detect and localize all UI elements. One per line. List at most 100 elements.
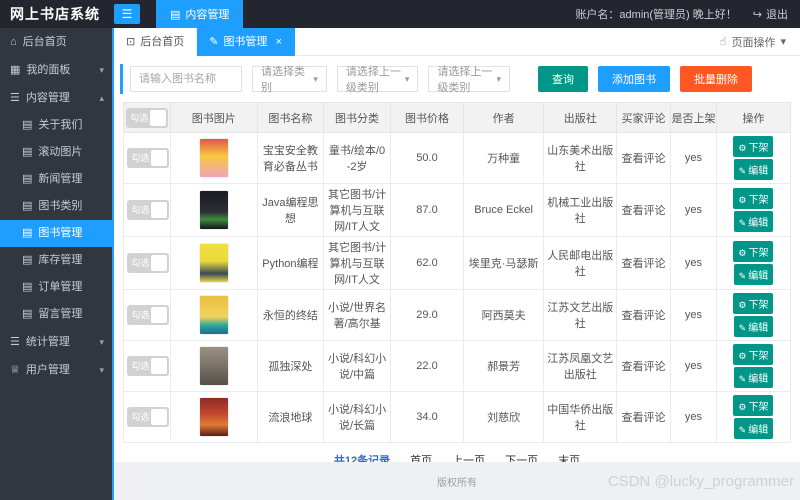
edit-icon: ✎ [738,166,747,176]
sidebar-item-order-manage[interactable]: ▤ 订单管理 [0,274,112,301]
parent-category-select-1[interactable]: 请选择上一级类别 ▾ [336,66,419,94]
sidebar-item-label: 订单管理 [38,281,83,293]
page-actions-dropdown[interactable]: ☝ 页面操作 ▾ [720,34,800,50]
row-select-toggle[interactable]: 勾选 [127,200,170,220]
sidebar-item-stock-manage[interactable]: ▤ 库存管理 [0,247,112,274]
row-select-toggle[interactable]: 勾选 [127,305,170,325]
listed-status: yes [669,183,718,237]
accent-bar [120,64,123,94]
edit-button[interactable]: ✎ 编辑 [733,316,774,337]
book-author: 郝景芳 [463,340,545,392]
take-off-shelf-button[interactable]: ⚙ 下架 [733,188,774,209]
edit-button[interactable]: ✎ 编辑 [733,264,774,285]
gear-icon: ⚙ [738,402,747,412]
sidebar-item-message-manage[interactable]: ▤ 留言管理 [0,301,112,328]
toggle-label: 勾选 [131,310,150,320]
take-off-shelf-button[interactable]: ⚙ 下架 [733,395,774,416]
row-select-toggle[interactable]: 勾选 [127,356,170,376]
book-author: 刘慈欣 [463,391,545,443]
take-off-shelf-button[interactable]: ⚙ 下架 [733,344,774,365]
sidebar-item-user-manage[interactable]: ♕ 用户管理 ▾ [0,356,112,384]
book-price: 34.0 [389,391,465,443]
edit-icon: ✎ [738,374,747,384]
sidebar-item-label: 留言管理 [38,308,83,320]
book-name-input[interactable] [130,66,242,92]
book-price: 22.0 [389,340,465,392]
top-menu-content-manage[interactable]: ▤ 内容管理 [156,0,244,28]
column-header: 买家评论 [616,102,671,133]
tab-home[interactable]: ⊡ 后台首页 [114,27,198,56]
book-publisher: 机械工业出版社 [543,183,618,237]
sidebar-item-carousel-images[interactable]: ▤ 滚动图片 [0,139,112,166]
sidebar-item-news-manage[interactable]: ▤ 新闻管理 [0,166,112,193]
edit-button[interactable]: ✎ 编辑 [733,211,774,232]
sidebar-item-book-category[interactable]: ▤ 图书类别 [0,193,112,220]
toggle-knob [151,307,168,323]
row-select-toggle[interactable]: 勾选 [127,407,170,427]
chevron-down-icon: ▾ [780,36,786,48]
listed-status: yes [669,132,718,184]
take-off-shelf-button[interactable]: ⚙ 下架 [733,241,774,262]
book-price: 62.0 [389,236,465,290]
book-name: 永恒的终结 [256,289,325,341]
book-category: 童书/绘本/0-2岁 [323,132,391,184]
sidebar-item-about-us[interactable]: ▤ 关于我们 [0,112,112,139]
row-select-toggle[interactable]: 勾选 [127,148,170,168]
view-comments-link[interactable]: 查看评论 [616,340,671,392]
edit-button[interactable]: ✎ 编辑 [733,367,774,388]
sidebar-item-book-manage[interactable]: ▤ 图书管理 [0,220,112,247]
sidebar-item-content-manage[interactable]: ☰ 内容管理 ▴ [0,84,112,112]
hand-icon: ☝ [719,36,727,48]
book-author: 阿西莫夫 [463,289,545,341]
doc-icon: ▤ [22,281,33,293]
hamburger-icon[interactable]: ☰ [114,4,140,24]
sidebar-item-home[interactable]: ⌂ 后台首页 [0,28,112,56]
edit-button[interactable]: ✎ 编辑 [733,159,774,180]
view-comments-link[interactable]: 查看评论 [616,183,671,237]
edit-button[interactable]: ✎ 编辑 [733,418,774,439]
filter-bar: 请选择类别 ▾ 请选择上一级类别 ▾ 请选择上一级类别 ▾ 查询 添加图书 批量… [120,56,794,102]
books-table: 勾选 图书图片 图书名称 图书分类 图书价格 作者 出版社 买家评论 是否上架 … [123,102,791,443]
batch-delete-button[interactable]: 批量删除 [680,66,752,92]
toggle-label: 勾选 [131,205,150,215]
listed-status: yes [669,340,718,392]
button-label: 下架 [748,351,769,362]
view-comments-link[interactable]: 查看评论 [616,289,671,341]
close-icon[interactable]: × [275,28,281,56]
view-comments-link[interactable]: 查看评论 [616,391,671,443]
chevron-down-icon: ▾ [313,73,318,84]
add-book-button[interactable]: 添加图书 [598,66,670,92]
chevron-down-icon: ▾ [496,73,501,84]
search-button[interactable]: 查询 [538,66,588,92]
book-cover-image [199,244,228,282]
select-value: 请选择上一级类别 [437,66,493,94]
gear-icon: ⚙ [738,143,747,153]
column-header: 图书图片 [170,102,258,133]
take-off-shelf-button[interactable]: ⚙ 下架 [733,136,774,157]
table-row: 勾选 流浪地球 小说/科幻小说/长篇 34.0 刘慈欣 中国华侨出版社 查看评论… [123,391,791,443]
chevron-up-icon: ▴ [99,93,104,103]
tab-book-manage[interactable]: ✎ 图书管理 × [197,27,295,56]
category-select[interactable]: 请选择类别 ▾ [252,66,327,94]
toggle-label: 勾选 [130,112,149,123]
column-header: 是否上架 [669,102,718,133]
view-comments-link[interactable]: 查看评论 [616,236,671,290]
sidebar-item-my-panel[interactable]: ▦ 我的面板 ▾ [0,56,112,84]
gear-icon: ⚙ [738,300,747,310]
select-value: 请选择类别 [261,66,305,94]
parent-category-select-2[interactable]: 请选择上一级类别 ▾ [428,66,510,94]
book-author: 埃里克·马瑟斯 [463,236,545,290]
take-off-shelf-button[interactable]: ⚙ 下架 [733,293,774,314]
sidebar-item-stats-manage[interactable]: ☰ 统计管理 ▾ [0,328,112,356]
account-greeting: 账户名：admin(管理员) 晚上好！ [575,9,737,21]
gear-icon: ⚙ [738,195,747,205]
row-select-toggle[interactable]: 勾选 [127,253,170,273]
select-all-toggle[interactable]: 勾选 [126,107,169,128]
book-cover-image [199,398,228,436]
panel-icon: ▦ [10,64,21,76]
edit-icon: ✎ [738,323,747,333]
logout-button[interactable]: ↪ 退出 [753,6,788,22]
view-comments-link[interactable]: 查看评论 [616,132,671,184]
listed-status: yes [669,236,718,290]
edit-icon: ✎ [738,218,747,228]
